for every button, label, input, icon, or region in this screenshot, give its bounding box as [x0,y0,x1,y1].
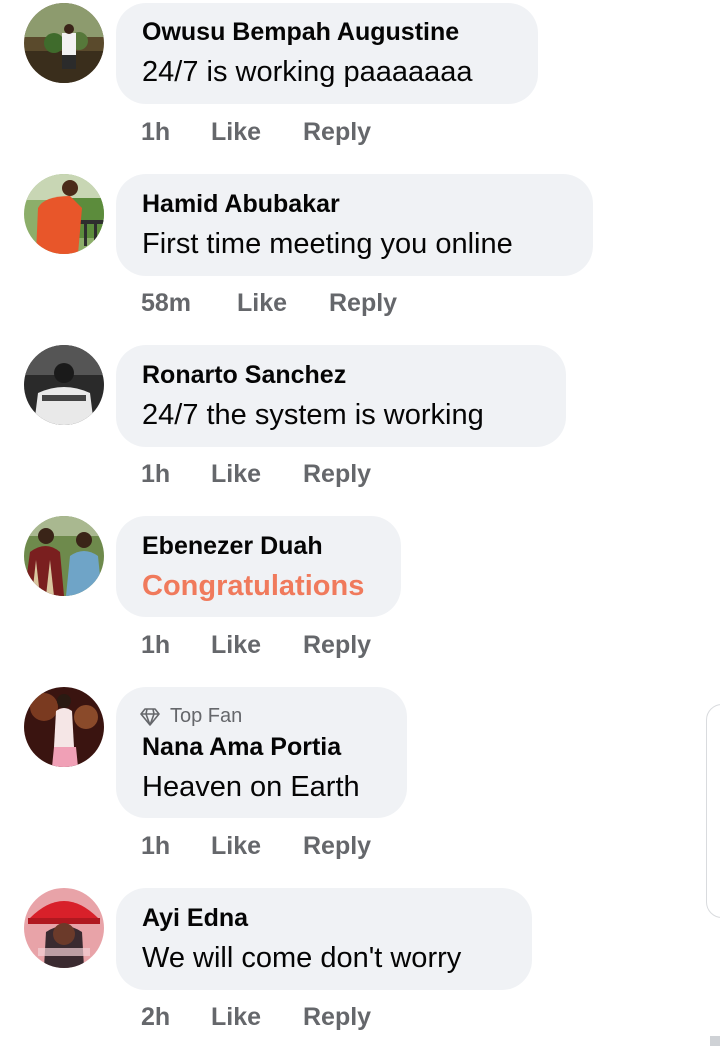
top-fan-badge: Top Fan [140,705,242,728]
comment-actions: 1h Like Reply [141,832,371,861]
like-button[interactable]: Like [211,631,303,660]
comment-text: 24/7 the system is working [142,399,484,431]
like-button[interactable]: Like [211,118,303,147]
side-panel-edge [706,704,720,918]
comment-bubble: Top Fan Nana Ama Portia Heaven on Earth [116,687,407,818]
author-name[interactable]: Ayi Edna [142,904,248,933]
comment-actions: 2h Like Reply [141,1003,371,1032]
avatar[interactable] [24,888,104,968]
timestamp[interactable]: 1h [141,832,211,861]
avatar[interactable] [24,3,104,83]
diamond-icon [140,707,160,726]
reply-button[interactable]: Reply [329,289,397,318]
like-button[interactable]: Like [237,289,329,318]
avatar[interactable] [24,516,104,596]
scroll-indicator [710,1036,720,1046]
comment-text: Heaven on Earth [142,771,360,803]
author-name[interactable]: Ebenezer Duah [142,532,323,561]
comment-text: We will come don't worry [142,942,462,974]
author-name[interactable]: Owusu Bempah Augustine [142,18,459,47]
avatar[interactable] [24,345,104,425]
avatar[interactable] [24,174,104,254]
timestamp[interactable]: 2h [141,1003,211,1032]
avatar[interactable] [24,687,104,767]
author-name[interactable]: Hamid Abubakar [142,190,340,219]
badge-label: Top Fan [170,705,243,727]
reply-button[interactable]: Reply [303,832,371,861]
comment-actions: 1h Like Reply [141,460,371,489]
comment-text: Congratulations [142,570,365,602]
like-button[interactable]: Like [211,1003,303,1032]
comment-actions: 58m Like Reply [141,289,397,318]
timestamp[interactable]: 58m [141,289,237,318]
author-name[interactable]: Nana Ama Portia [142,733,341,762]
comment-actions: 1h Like Reply [141,118,371,147]
like-button[interactable]: Like [211,832,303,861]
author-name[interactable]: Ronarto Sanchez [142,361,346,390]
timestamp[interactable]: 1h [141,460,211,489]
comment-bubble: Ayi Edna We will come don't worry [116,888,532,990]
comment-actions: 1h Like Reply [141,631,371,660]
comment-bubble: Hamid Abubakar First time meeting you on… [116,174,593,276]
comment-bubble: Ronarto Sanchez 24/7 the system is worki… [116,345,566,447]
comment-text: First time meeting you online [142,228,513,260]
timestamp[interactable]: 1h [141,631,211,660]
reply-button[interactable]: Reply [303,1003,371,1032]
comment-bubble: Ebenezer Duah Congratulations [116,516,401,617]
timestamp[interactable]: 1h [141,118,211,147]
reply-button[interactable]: Reply [303,631,371,660]
like-button[interactable]: Like [211,460,303,489]
reply-button[interactable]: Reply [303,460,371,489]
comment-bubble: Owusu Bempah Augustine 24/7 is working p… [116,3,538,104]
comment-text: 24/7 is working paaaaaaa [142,56,473,88]
reply-button[interactable]: Reply [303,118,371,147]
